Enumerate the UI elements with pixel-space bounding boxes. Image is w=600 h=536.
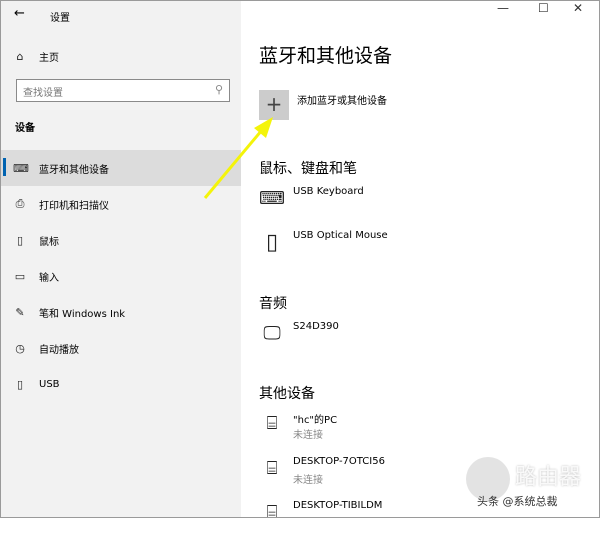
window-border — [0, 0, 600, 518]
